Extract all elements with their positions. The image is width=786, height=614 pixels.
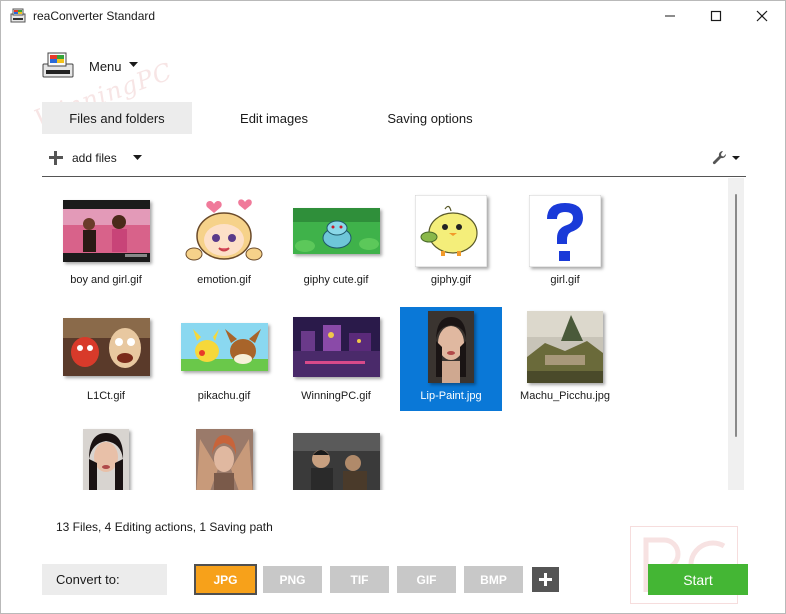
scrollbar-thumb[interactable] (735, 194, 737, 437)
status-summary: 13 Files, 4 Editing actions, 1 Saving pa… (56, 520, 273, 534)
file-item[interactable]: giphy.gif (400, 191, 502, 295)
file-item[interactable]: boy and girl.gif (55, 191, 157, 295)
file-item[interactable] (55, 423, 157, 490)
file-thumbnail (62, 200, 150, 262)
tab-saving-options[interactable]: Saving options (357, 102, 503, 134)
file-name: pikachu.gif (197, 390, 251, 402)
file-thumbnail (195, 429, 253, 490)
file-thumbnail (184, 194, 264, 268)
maximize-icon (710, 10, 722, 22)
file-item[interactable]: girl.gif (514, 191, 616, 295)
window-title: reaConverter Standard (33, 9, 156, 23)
tab-files-and-folders[interactable]: Files and folders (42, 102, 192, 134)
file-thumbnail (529, 195, 601, 267)
file-item-selected[interactable]: Lip-Paint.jpg (400, 307, 502, 411)
format-jpg-button[interactable]: JPG (194, 564, 257, 595)
plus-icon (539, 573, 552, 586)
app-icon (10, 8, 26, 23)
file-thumbnail (62, 318, 150, 376)
format-tif-button[interactable]: TIF (330, 566, 389, 593)
file-name: giphy.gif (430, 274, 472, 286)
file-name: Lip-Paint.jpg (420, 390, 482, 402)
minimize-icon (665, 15, 675, 17)
file-item[interactable]: emotion.gif (173, 191, 275, 295)
plus-icon (49, 151, 63, 165)
add-files-label: add files (72, 151, 117, 165)
close-icon (756, 10, 768, 22)
file-thumbnail (292, 317, 380, 377)
close-button[interactable] (739, 1, 785, 31)
file-thumbnail (180, 323, 268, 371)
file-item[interactable] (173, 423, 275, 490)
convert-to-label: Convert to: (42, 564, 167, 595)
menu-button[interactable]: Menu (89, 59, 122, 74)
file-thumbnail (415, 195, 487, 267)
file-name: emotion.gif (197, 274, 251, 286)
title-bar: reaConverter Standard (1, 1, 785, 31)
maximize-button[interactable] (693, 1, 739, 31)
file-item[interactable]: L1Ct.gif (55, 307, 157, 411)
add-format-button[interactable] (532, 567, 559, 592)
add-files-dropdown-icon[interactable] (133, 155, 142, 161)
tab-edit-images[interactable]: Edit images (206, 102, 342, 134)
file-thumbnail (428, 311, 474, 383)
file-name: boy and girl.gif (70, 274, 142, 286)
reaconverter-logo-icon[interactable] (41, 50, 75, 80)
file-name: girl.gif (550, 274, 580, 286)
file-item[interactable]: giphy cute.gif (285, 191, 387, 295)
file-name: L1Ct.gif (87, 390, 125, 402)
file-thumbnail (83, 429, 129, 490)
file-name: giphy cute.gif (303, 274, 369, 286)
menu-caret-icon[interactable] (129, 62, 138, 68)
file-thumbnail (292, 433, 380, 490)
file-grid[interactable]: boy and girl.gif emotion.gif giphy cute.… (42, 178, 728, 490)
file-item[interactable]: Machu_Picchu.jpg (514, 307, 616, 411)
format-png-button[interactable]: PNG (263, 566, 322, 593)
wrench-settings-icon[interactable] (711, 149, 741, 167)
file-item[interactable]: WinningPC.gif (285, 307, 387, 411)
minimize-button[interactable] (647, 1, 693, 31)
add-files-button[interactable]: add files (48, 150, 117, 166)
file-thumbnail (292, 208, 380, 254)
format-gif-button[interactable]: GIF (397, 566, 456, 593)
file-thumbnail (527, 311, 603, 383)
format-bmp-button[interactable]: BMP (464, 566, 523, 593)
file-item[interactable] (285, 423, 387, 490)
file-name: Machu_Picchu.jpg (520, 390, 610, 402)
start-button[interactable]: Start (648, 564, 748, 595)
file-item[interactable]: pikachu.gif (173, 307, 275, 411)
toolbar-divider (42, 176, 746, 177)
app-window: reaConverter Standard Menu WinningPC Fil… (0, 0, 786, 614)
file-name: WinningPC.gif (301, 390, 371, 402)
